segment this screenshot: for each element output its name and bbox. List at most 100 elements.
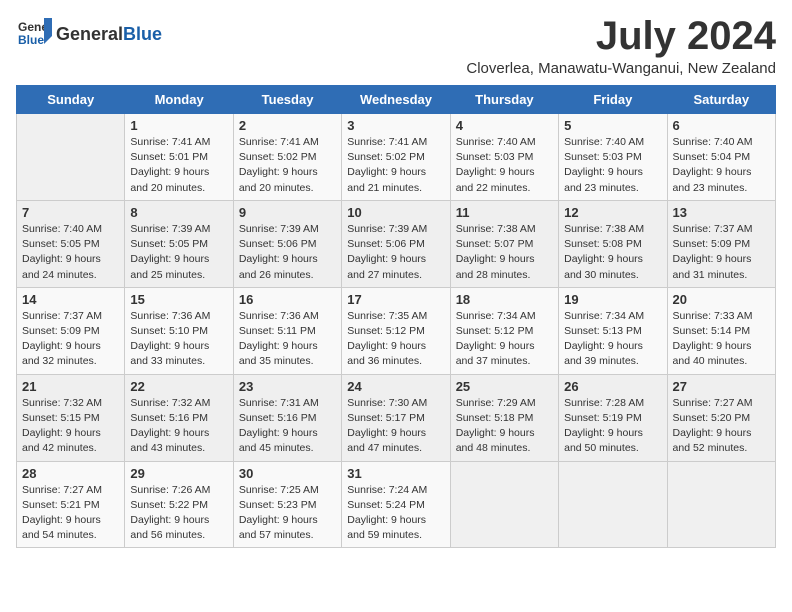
cell-content: Sunrise: 7:31 AM Sunset: 5:16 PM Dayligh… [239, 396, 336, 457]
calendar-cell: 6 Sunrise: 7:40 AM Sunset: 5:04 PM Daylig… [667, 114, 775, 201]
day-number: 10 [347, 205, 444, 220]
weekday-header-sunday: Sunday [17, 86, 125, 114]
calendar-cell: 24Sunrise: 7:30 AM Sunset: 5:17 PM Dayli… [342, 374, 450, 461]
calendar-cell: 28 Sunrise: 7:27 AM Sunset: 5:21 PM Dayli… [17, 461, 125, 548]
calendar-cell [667, 461, 775, 548]
calendar-cell: 25 Sunrise: 7:29 AM Sunset: 5:18 PM Dayli… [450, 374, 558, 461]
day-number: 28 [22, 466, 119, 481]
day-number: 16 [239, 292, 336, 307]
calendar-cell: 20Sunrise: 7:33 AM Sunset: 5:14 PM Dayli… [667, 287, 775, 374]
day-number: 18 [456, 292, 553, 307]
day-number: 17 [347, 292, 444, 307]
calendar-cell: 8 Sunrise: 7:39 AM Sunset: 5:05 PM Daylig… [125, 200, 233, 287]
title-area: July 2024 Cloverlea, Manawatu-Wanganui, … [466, 16, 776, 77]
day-number: 12 [564, 205, 661, 220]
day-number: 1 [130, 118, 227, 133]
calendar-cell: 11Sunrise: 7:38 AM Sunset: 5:07 PM Dayli… [450, 200, 558, 287]
cell-content: Sunrise: 7:38 AM Sunset: 5:07 PM Dayligh… [456, 222, 553, 283]
day-number: 24 [347, 379, 444, 394]
cell-content: Sunrise: 7:40 AM Sunset: 5:04 PM Dayligh… [673, 135, 770, 196]
week-row-4: 21 Sunrise: 7:32 AM Sunset: 5:15 PM Dayli… [17, 374, 776, 461]
weekday-row: SundayMondayTuesdayWednesdayThursdayFrid… [17, 86, 776, 114]
cell-content: Sunrise: 7:40 AM Sunset: 5:05 PM Dayligh… [22, 222, 119, 283]
calendar-cell: 18 Sunrise: 7:34 AM Sunset: 5:12 PM Dayli… [450, 287, 558, 374]
day-number: 6 [673, 118, 770, 133]
weekday-header-saturday: Saturday [667, 86, 775, 114]
day-number: 19 [564, 292, 661, 307]
calendar-cell: 30Sunrise: 7:25 AM Sunset: 5:23 PM Dayli… [233, 461, 341, 548]
day-number: 22 [130, 379, 227, 394]
calendar-cell: 14Sunrise: 7:37 AM Sunset: 5:09 PM Dayli… [17, 287, 125, 374]
calendar-cell: 21 Sunrise: 7:32 AM Sunset: 5:15 PM Dayli… [17, 374, 125, 461]
day-number: 27 [673, 379, 770, 394]
cell-content: Sunrise: 7:32 AM Sunset: 5:15 PM Dayligh… [22, 396, 119, 457]
cell-content: Sunrise: 7:37 AM Sunset: 5:09 PM Dayligh… [22, 309, 119, 370]
week-row-1: 1 Sunrise: 7:41 AM Sunset: 5:01 PM Daylig… [17, 114, 776, 201]
cell-content: Sunrise: 7:29 AM Sunset: 5:18 PM Dayligh… [456, 396, 553, 457]
calendar-cell: 15Sunrise: 7:36 AM Sunset: 5:10 PM Dayli… [125, 287, 233, 374]
weekday-header-tuesday: Tuesday [233, 86, 341, 114]
day-number: 3 [347, 118, 444, 133]
week-row-3: 14Sunrise: 7:37 AM Sunset: 5:09 PM Dayli… [17, 287, 776, 374]
cell-content: Sunrise: 7:27 AM Sunset: 5:20 PM Dayligh… [673, 396, 770, 457]
svg-text:Blue: Blue [18, 33, 44, 47]
calendar-cell: 4Sunrise: 7:40 AM Sunset: 5:03 PM Daylig… [450, 114, 558, 201]
weekday-header-monday: Monday [125, 86, 233, 114]
calendar-cell: 27 Sunrise: 7:27 AM Sunset: 5:20 PM Dayli… [667, 374, 775, 461]
cell-content: Sunrise: 7:35 AM Sunset: 5:12 PM Dayligh… [347, 309, 444, 370]
calendar-cell: 31 Sunrise: 7:24 AM Sunset: 5:24 PM Dayli… [342, 461, 450, 548]
day-number: 13 [673, 205, 770, 220]
calendar-cell: 1 Sunrise: 7:41 AM Sunset: 5:01 PM Daylig… [125, 114, 233, 201]
calendar-cell: 5 Sunrise: 7:40 AM Sunset: 5:03 PM Daylig… [559, 114, 667, 201]
calendar-header: SundayMondayTuesdayWednesdayThursdayFrid… [17, 86, 776, 114]
cell-content: Sunrise: 7:27 AM Sunset: 5:21 PM Dayligh… [22, 483, 119, 544]
location: Cloverlea, Manawatu-Wanganui, New Zealan… [466, 60, 776, 77]
calendar: SundayMondayTuesdayWednesdayThursdayFrid… [16, 85, 776, 548]
calendar-cell: 17 Sunrise: 7:35 AM Sunset: 5:12 PM Dayli… [342, 287, 450, 374]
day-number: 9 [239, 205, 336, 220]
calendar-cell: 3 Sunrise: 7:41 AM Sunset: 5:02 PM Daylig… [342, 114, 450, 201]
calendar-cell: 23 Sunrise: 7:31 AM Sunset: 5:16 PM Dayli… [233, 374, 341, 461]
logo-icon: General Blue [16, 16, 52, 52]
calendar-cell: 13 Sunrise: 7:37 AM Sunset: 5:09 PM Dayli… [667, 200, 775, 287]
calendar-cell: 16 Sunrise: 7:36 AM Sunset: 5:11 PM Dayli… [233, 287, 341, 374]
calendar-cell: 10Sunrise: 7:39 AM Sunset: 5:06 PM Dayli… [342, 200, 450, 287]
weekday-header-friday: Friday [559, 86, 667, 114]
logo-blue-text: Blue [123, 24, 162, 45]
month-title: July 2024 [466, 16, 776, 56]
week-row-2: 7 Sunrise: 7:40 AM Sunset: 5:05 PM Daylig… [17, 200, 776, 287]
calendar-cell: 9 Sunrise: 7:39 AM Sunset: 5:06 PM Daylig… [233, 200, 341, 287]
week-row-5: 28 Sunrise: 7:27 AM Sunset: 5:21 PM Dayli… [17, 461, 776, 548]
cell-content: Sunrise: 7:38 AM Sunset: 5:08 PM Dayligh… [564, 222, 661, 283]
day-number: 7 [22, 205, 119, 220]
cell-content: Sunrise: 7:40 AM Sunset: 5:03 PM Dayligh… [564, 135, 661, 196]
day-number: 5 [564, 118, 661, 133]
day-number: 21 [22, 379, 119, 394]
calendar-body: 1 Sunrise: 7:41 AM Sunset: 5:01 PM Daylig… [17, 114, 776, 548]
day-number: 8 [130, 205, 227, 220]
header: General Blue GeneralBlue July 2024 Clove… [16, 16, 776, 77]
day-number: 29 [130, 466, 227, 481]
day-number: 25 [456, 379, 553, 394]
cell-content: Sunrise: 7:32 AM Sunset: 5:16 PM Dayligh… [130, 396, 227, 457]
calendar-cell [17, 114, 125, 201]
cell-content: Sunrise: 7:36 AM Sunset: 5:11 PM Dayligh… [239, 309, 336, 370]
cell-content: Sunrise: 7:34 AM Sunset: 5:12 PM Dayligh… [456, 309, 553, 370]
cell-content: Sunrise: 7:39 AM Sunset: 5:06 PM Dayligh… [239, 222, 336, 283]
logo: General Blue GeneralBlue [16, 16, 162, 52]
cell-content: Sunrise: 7:41 AM Sunset: 5:01 PM Dayligh… [130, 135, 227, 196]
day-number: 23 [239, 379, 336, 394]
cell-content: Sunrise: 7:37 AM Sunset: 5:09 PM Dayligh… [673, 222, 770, 283]
day-number: 26 [564, 379, 661, 394]
cell-content: Sunrise: 7:39 AM Sunset: 5:05 PM Dayligh… [130, 222, 227, 283]
cell-content: Sunrise: 7:24 AM Sunset: 5:24 PM Dayligh… [347, 483, 444, 544]
cell-content: Sunrise: 7:41 AM Sunset: 5:02 PM Dayligh… [347, 135, 444, 196]
cell-content: Sunrise: 7:28 AM Sunset: 5:19 PM Dayligh… [564, 396, 661, 457]
logo-general-text: General [56, 24, 123, 45]
weekday-header-thursday: Thursday [450, 86, 558, 114]
calendar-cell: 29Sunrise: 7:26 AM Sunset: 5:22 PM Dayli… [125, 461, 233, 548]
day-number: 2 [239, 118, 336, 133]
calendar-cell: 7 Sunrise: 7:40 AM Sunset: 5:05 PM Daylig… [17, 200, 125, 287]
day-number: 31 [347, 466, 444, 481]
calendar-cell: 26 Sunrise: 7:28 AM Sunset: 5:19 PM Dayli… [559, 374, 667, 461]
